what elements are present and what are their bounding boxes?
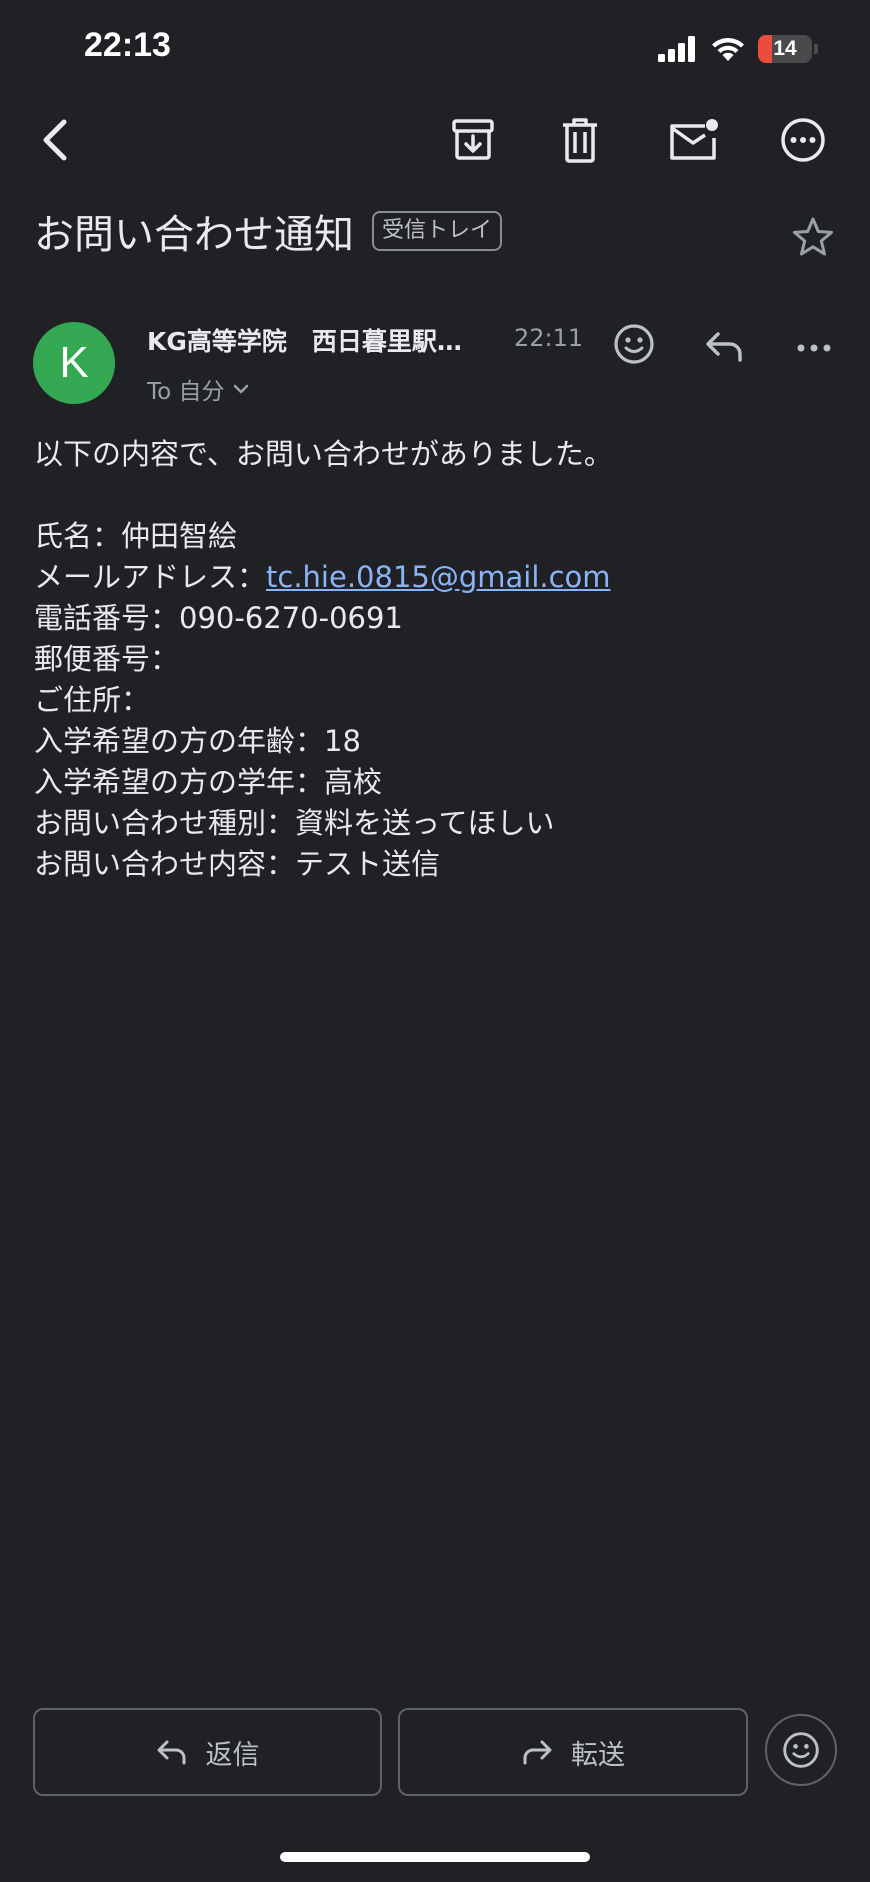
smiley-icon xyxy=(614,324,654,364)
trash-icon xyxy=(563,118,597,163)
inbox-label-chip[interactable]: 受信トレイ xyxy=(372,211,503,251)
received-time: 22:11 xyxy=(514,324,584,352)
body-age: 入学希望の方の年齢：18 xyxy=(34,724,361,758)
reply-icon xyxy=(706,332,742,362)
email-address-link[interactable]: tc.hie.0815@gmail.com xyxy=(266,560,611,594)
email-subject: お問い合わせ通知 xyxy=(34,212,354,258)
recipient-label: To 自分 xyxy=(147,379,225,405)
email-body: 以下の内容で、お問い合わせがありました。 氏名：仲田智絵 メールアドレス：tc.… xyxy=(34,434,840,885)
forward-bottom-button[interactable]: 転送 xyxy=(398,1708,748,1796)
home-indicator[interactable] xyxy=(280,1852,590,1862)
body-address: ご住所： xyxy=(34,683,151,717)
wifi-icon xyxy=(712,38,744,61)
body-email-line: メールアドレス：tc.hie.0815@gmail.com xyxy=(34,557,840,598)
recipient-toggle[interactable]: To 自分 xyxy=(147,372,249,406)
reply-bottom-button[interactable]: 返信 xyxy=(33,1708,382,1796)
cellular-signal-icon xyxy=(658,36,695,62)
body-email-label: メールアドレス： xyxy=(34,560,267,594)
body-name: 氏名：仲田智絵 xyxy=(34,519,238,553)
body-intro: 以下の内容で、お問い合わせがありました。 xyxy=(34,437,613,471)
body-blank-line xyxy=(34,475,840,516)
body-grade: 入学希望の方の学年：高校 xyxy=(34,765,383,799)
status-time: 22:13 xyxy=(84,26,171,64)
sender-avatar[interactable]: K xyxy=(33,322,115,404)
body-phone: 電話番号：090-6270-0691 xyxy=(34,601,403,635)
mark-unread-button[interactable] xyxy=(664,112,724,168)
archive-button[interactable] xyxy=(446,112,500,168)
body-inquiry-type: お問い合わせ種別：資料を送ってほしい xyxy=(34,806,555,840)
battery-level: 14 xyxy=(773,37,797,60)
forward-icon xyxy=(523,1740,552,1765)
status-indicators: 14 xyxy=(658,34,818,64)
body-inquiry-content: お問い合わせ内容：テスト送信 xyxy=(34,847,441,881)
forward-label: 転送 xyxy=(571,1739,625,1771)
emoji-reaction-bottom-button[interactable] xyxy=(765,1714,837,1786)
body-postal: 郵便番号： xyxy=(34,642,180,676)
more-options-button[interactable] xyxy=(778,112,828,168)
sender-name[interactable]: KG高等学院 西日暮里駅… xyxy=(147,322,487,358)
reply-label: 返信 xyxy=(205,1739,260,1771)
add-reaction-button[interactable] xyxy=(610,320,658,368)
more-horizontal-circle-icon xyxy=(781,118,825,162)
message-more-button[interactable] xyxy=(790,324,838,372)
reply-icon xyxy=(157,1740,185,1765)
delete-button[interactable] xyxy=(556,112,604,168)
back-button[interactable] xyxy=(30,110,80,170)
smiley-icon xyxy=(783,1732,819,1768)
battery-indicator: 14 xyxy=(758,35,812,63)
more-horizontal-icon xyxy=(797,344,831,352)
mail-unread-icon xyxy=(670,119,718,160)
star-button[interactable] xyxy=(788,212,838,262)
archive-icon xyxy=(452,119,494,160)
subject-row: お問い合わせ通知 受信トレイ xyxy=(34,196,840,266)
email-view-screen: 22:13 14 お問い合わせ通知 受信トレイ K KG高等学院 西日暮里駅… … xyxy=(0,0,870,1882)
chevron-left-icon xyxy=(43,119,67,161)
chevron-down-icon xyxy=(233,384,248,394)
star-icon xyxy=(793,217,833,256)
battery-tip xyxy=(814,44,818,54)
reply-button[interactable] xyxy=(700,322,748,370)
